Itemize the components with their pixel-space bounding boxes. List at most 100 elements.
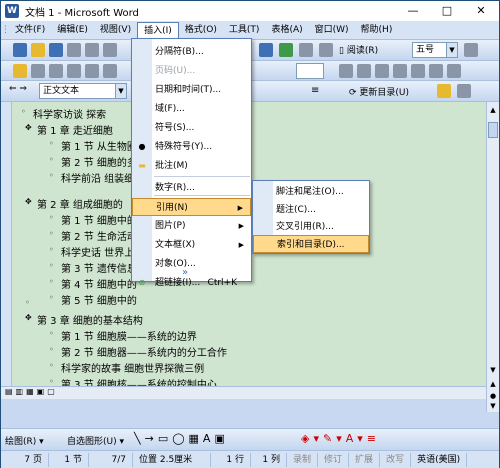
tables-icon[interactable] — [299, 43, 313, 57]
format-icon-10[interactable] — [411, 64, 425, 78]
outline-line[interactable]: 第 1 节 细胞中的 — [61, 212, 137, 227]
outline-line[interactable]: 第 5 节 细胞中的 — [61, 292, 137, 307]
close-button[interactable]: ✕ — [464, 1, 498, 21]
format-icon-8[interactable] — [375, 64, 389, 78]
reference-menu-item[interactable]: 交叉引用(R)... — [253, 218, 369, 236]
permission-icon[interactable] — [67, 43, 81, 57]
body-bullet-icon[interactable]: ◦ — [49, 155, 54, 164]
heading-expand-icon[interactable]: ✥ — [25, 197, 32, 206]
insert-menu-item[interactable]: 文本框(X) ▶ — [132, 236, 251, 254]
maximize-button[interactable]: □ — [430, 1, 464, 21]
status-track[interactable]: 修订 — [318, 452, 350, 467]
outline-line[interactable]: 第 4 节 细胞中的 — [61, 276, 137, 291]
status-overtype[interactable]: 改写 — [380, 452, 412, 467]
shape-tools[interactable]: ╲→▭◯▦A▣ — [134, 432, 229, 445]
body-bullet-icon[interactable]: ◦ — [21, 107, 26, 116]
outline-line[interactable]: 第 3 章 细胞的基本结构 — [37, 312, 143, 327]
outline-line[interactable]: 科学史话 世界上 — [61, 244, 134, 259]
view-buttons[interactable]: ▤▥▦▣▢ — [5, 387, 58, 396]
scroll-down-icon[interactable]: ▼ — [488, 364, 498, 376]
bold-icon[interactable] — [464, 43, 478, 57]
minimize-button[interactable]: — — [396, 1, 430, 21]
autoshapes-menu[interactable]: 自选图形(U) ▾ — [67, 434, 124, 447]
menu-table[interactable]: 表格(A) — [265, 22, 308, 39]
heading-expand-icon[interactable]: ✥ — [25, 123, 32, 132]
outline-line[interactable]: 第 2 节 细胞器——系统内的分工合作 — [61, 344, 227, 359]
undo-icon[interactable] — [259, 43, 273, 57]
format-icon-5[interactable] — [103, 64, 117, 78]
prev-page-icon[interactable]: ▲ — [488, 378, 498, 390]
menu-tools[interactable]: 工具(T) — [223, 22, 266, 39]
format-icon-11[interactable] — [429, 64, 443, 78]
menu-format[interactable]: 格式(O) — [179, 22, 223, 39]
draw-menu[interactable]: 绘图(R) ▾ — [5, 434, 44, 447]
body-bullet-icon[interactable]: ◦ — [49, 277, 54, 286]
menu-help[interactable]: 帮助(H) — [355, 22, 399, 39]
body-bullet-icon[interactable]: ◦ — [49, 245, 54, 254]
reference-menu-item[interactable]: 题注(C)... — [253, 201, 369, 219]
format-icon-2[interactable] — [49, 64, 63, 78]
format-icon[interactable] — [31, 64, 45, 78]
insert-menu-item[interactable]: 对象(O)... — [132, 255, 251, 273]
insert-menu-item[interactable]: 引用(N) ▶ — [132, 198, 251, 216]
format-icon-7[interactable] — [357, 64, 371, 78]
body-bullet-icon[interactable]: ◦ — [49, 329, 54, 338]
status-record[interactable]: 录制 — [287, 452, 319, 467]
scroll-thumb[interactable] — [488, 122, 498, 138]
reference-menu-item[interactable]: 索引和目录(D)... — [253, 235, 369, 253]
menu-window[interactable]: 窗口(W) — [309, 22, 355, 39]
format-icon-9[interactable] — [393, 64, 407, 78]
menu-edit[interactable]: 编辑(E) — [51, 22, 94, 39]
chevron-down-icon[interactable]: ▼ — [115, 84, 126, 98]
outline-arrows[interactable]: ⇐ ⇒ — [9, 84, 27, 94]
body-bullet-icon[interactable]: ◦ — [49, 213, 54, 222]
format-icon-4[interactable] — [85, 64, 99, 78]
body-bullet-icon[interactable]: ◦ — [49, 139, 54, 148]
format-icon-12[interactable] — [447, 64, 461, 78]
columns-icon[interactable] — [319, 43, 333, 57]
print-preview-icon[interactable] — [103, 43, 117, 57]
outline-view-icon[interactable] — [437, 84, 451, 98]
format-icon-6[interactable] — [339, 64, 353, 78]
menu-file[interactable]: 文件(F) — [9, 22, 51, 39]
body-bullet-icon[interactable]: ◦ — [49, 377, 54, 386]
outline-line[interactable]: 第 1 节 从生物圈 — [61, 138, 137, 153]
format-icon-3[interactable] — [67, 64, 81, 78]
outline-line[interactable]: 第 1 章 走近细胞 — [37, 122, 113, 137]
read-button[interactable]: ▯ 阅读(R) — [339, 43, 378, 56]
hyperlink-toolbar-icon[interactable] — [279, 43, 293, 57]
insert-menu-item[interactable]: 日期和时间(T)... — [132, 81, 251, 99]
open-icon[interactable] — [31, 43, 45, 57]
insert-menu-item[interactable]: 分隔符(B)... — [132, 43, 251, 61]
insert-menu-item[interactable]: 超链接(I)... ⊛ Ctrl+K — [132, 274, 251, 292]
body-bullet-icon[interactable]: ◦ — [49, 261, 54, 270]
highlight-icon[interactable] — [13, 64, 27, 78]
outline-line[interactable]: 第 2 节 细胞的多 — [61, 154, 137, 169]
status-extend[interactable]: 扩展 — [349, 452, 381, 467]
master-document-icon[interactable] — [457, 84, 471, 98]
body-bullet-icon[interactable]: ◦ — [49, 229, 54, 238]
new-document-icon[interactable] — [13, 43, 27, 57]
style-combo[interactable]: 正文文本 ▼ — [39, 83, 127, 99]
outline-line[interactable]: 第 3 节 遗传信息 — [61, 260, 137, 275]
menu-view[interactable]: 视图(V) — [94, 22, 137, 39]
vertical-scrollbar[interactable]: ▲ ▼ ▲ ● ▼ — [486, 102, 499, 412]
font-size-combo[interactable]: 五号 ▼ — [412, 42, 458, 58]
empty-bullet-icon[interactable]: ◦ — [25, 298, 30, 307]
outline-line[interactable]: 第 2 节 生命活动 — [61, 228, 137, 243]
body-bullet-icon[interactable]: ◦ — [49, 361, 54, 370]
scroll-up-icon[interactable]: ▲ — [488, 104, 498, 116]
heading-expand-icon[interactable]: ✥ — [25, 313, 32, 322]
outline-line[interactable]: 科学家的故事 细胞世界探微三例 — [61, 360, 204, 375]
body-bullet-icon[interactable]: ◦ — [49, 293, 54, 302]
outline-line[interactable]: 第 2 章 组成细胞的 — [37, 196, 123, 211]
chevron-down-icon[interactable]: ▼ — [446, 43, 457, 57]
outline-line[interactable]: 第 1 节 细胞膜——系统的边界 — [61, 328, 197, 343]
expand-menu-icon[interactable]: » — [182, 267, 188, 278]
print-icon[interactable] — [85, 43, 99, 57]
body-bullet-icon[interactable]: ◦ — [49, 171, 54, 180]
zoom-combo[interactable] — [296, 63, 324, 79]
outline-line[interactable]: 科学前沿 组装细 — [61, 170, 134, 185]
save-icon[interactable] — [49, 43, 63, 57]
reference-menu-item[interactable]: 脚注和尾注(O)... — [253, 183, 369, 201]
